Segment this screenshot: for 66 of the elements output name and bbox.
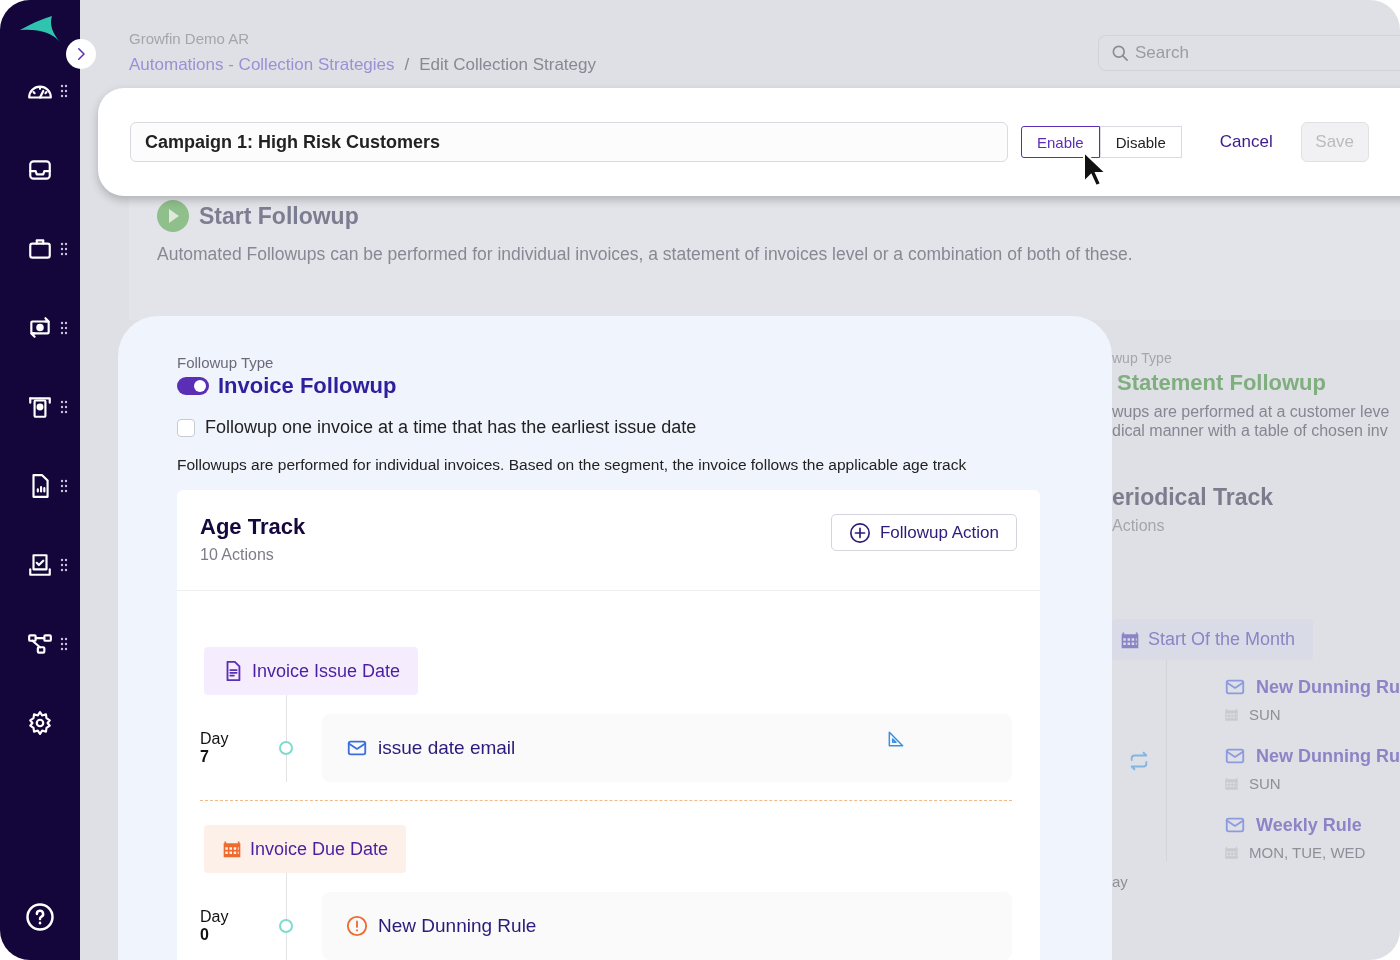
breadcrumb-separator: /: [404, 55, 410, 75]
add-followup-action-button[interactable]: Followup Action: [830, 514, 1017, 551]
timeline-node: [279, 919, 293, 933]
drag-handle-icon[interactable]: [60, 84, 68, 98]
status-toggle-button[interactable]: Enable: [1021, 126, 1100, 158]
day-label: Day: [200, 908, 230, 926]
day-number: 0: [200, 926, 210, 944]
drag-handle-icon[interactable]: [60, 558, 68, 572]
organization-name: Growfin Demo AR: [129, 30, 251, 47]
timeline-node: [279, 741, 293, 755]
description-line: wups are performed at a customer leve: [1112, 402, 1391, 421]
flow-nodes-icon: [27, 631, 53, 657]
checkbox[interactable]: [177, 418, 195, 437]
calendar-icon: [222, 839, 242, 859]
repeat-icon: [1128, 749, 1150, 772]
rule-days: SUN: [1249, 775, 1281, 792]
alert-icon: [346, 915, 368, 937]
followup-type-switch[interactable]: [177, 377, 209, 395]
drag-handle-icon[interactable]: [60, 242, 68, 256]
action-count: Actions: [1112, 517, 1166, 535]
inbox-icon: [27, 157, 53, 183]
field-label: Followup Type: [177, 354, 275, 371]
cancel-button[interactable]: Cancel: [1211, 124, 1281, 160]
briefcase-icon: [27, 236, 53, 262]
approval-tray-icon: [27, 552, 53, 578]
trigger-badge: Invoice Due Date: [204, 825, 407, 873]
cash-slot-icon: [27, 394, 53, 420]
strategy-name-field[interactable]: Campaign 1: High Risk Customers: [130, 122, 1008, 162]
status-toggle-button[interactable]: Disable: [1099, 126, 1182, 158]
help-icon: [25, 902, 55, 932]
followup-action-card[interactable]: New Dunning Rule: [322, 892, 1012, 960]
followup-type-title: Statement Followup: [1117, 370, 1327, 396]
field-label: wup Type: [1112, 350, 1173, 366]
action-count: 10 Actions: [200, 546, 275, 564]
rule-title: Weekly Rule: [1256, 814, 1362, 836]
drag-handle-icon[interactable]: [60, 479, 68, 493]
schedule-badge: Start Of the Month: [1112, 619, 1314, 660]
drag-handle-icon[interactable]: [60, 637, 68, 651]
description-line: dical manner with a table of chosen inv: [1112, 421, 1389, 440]
trigger-badge: Invoice Issue Date: [204, 647, 419, 695]
settings-icon: [27, 710, 53, 736]
checkbox-label: Followup one invoice at a time that has the earliest issue date: [205, 417, 697, 438]
logo[interactable]: [18, 14, 62, 44]
rule-title: New Dunning Ru: [1256, 745, 1400, 767]
followup-description: Followups are performed for individual invoices. Based on the segment, the invoice follows the applicable age track: [177, 456, 968, 474]
followup-type-title: Invoice Followup: [218, 373, 397, 399]
day-label: Day: [200, 730, 230, 748]
drag-handle-icon[interactable]: [60, 321, 68, 335]
plus-circle-icon: [848, 521, 871, 544]
search-field[interactable]: Search: [1098, 35, 1400, 71]
track-title: Age Track: [200, 514, 306, 540]
money-exchange-icon: [27, 315, 53, 341]
day-label: ay: [1112, 873, 1129, 890]
rule-title: New Dunning Ru: [1256, 676, 1400, 698]
rule-days: SUN: [1249, 706, 1281, 723]
day-number: 7: [200, 748, 210, 766]
rule-days: MON, TUE, WED: [1249, 844, 1366, 861]
breadcrumb-current: Edit Collection Strategy: [419, 55, 596, 75]
expand-sidebar-button[interactable]: [66, 39, 96, 69]
play-icon: [157, 200, 189, 232]
drag-handle-icon[interactable]: [60, 400, 68, 414]
section-description: Automated Followups can be performed for individual invoices, a statement of invoices level or a combination of both of these.: [157, 244, 1134, 265]
search-icon: [1110, 43, 1130, 63]
followup-action-card[interactable]: issue date email: [322, 714, 1012, 782]
section-title: Start Followup: [199, 202, 359, 230]
track-title: eriodical Track: [1112, 484, 1275, 511]
